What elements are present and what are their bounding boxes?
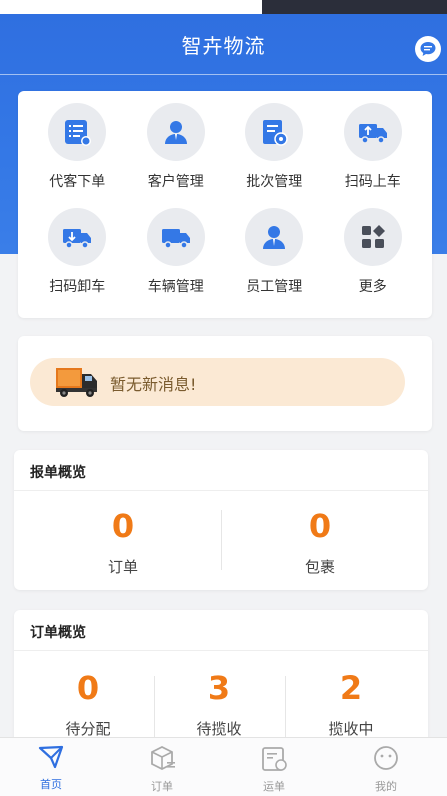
tab-label: 运单	[263, 780, 285, 793]
grid-item-label: 批次管理	[246, 174, 303, 190]
stat-value: 0	[308, 507, 332, 545]
section-title: 订单概览	[30, 625, 86, 641]
grid-item-label: 扫码卸车	[49, 278, 106, 295]
stat-label: 订单	[107, 558, 138, 576]
chat-button[interactable]	[415, 36, 441, 62]
grid-item-vehicle-management[interactable]: 车辆管理	[127, 207, 226, 313]
grid-item-label: 更多	[358, 278, 387, 295]
status-bar-dark-area	[262, 0, 447, 14]
truck-unload-icon	[48, 207, 107, 266]
section-divider	[14, 650, 428, 651]
stat-divider	[285, 676, 286, 746]
staff-icon	[245, 207, 304, 266]
stat-value: 0	[76, 669, 100, 707]
grid-item-label: 代客下单	[49, 174, 106, 190]
message-banner[interactable]: 暂无新消息!	[30, 358, 405, 406]
stat-label: 揽收中	[328, 720, 374, 738]
home-send-icon	[38, 745, 64, 769]
tab-orders[interactable]: 订单	[132, 744, 192, 794]
stat-divider	[221, 510, 222, 570]
stat-orders[interactable]: 0 订单	[73, 510, 173, 577]
message-text: 暂无新消息!	[110, 375, 197, 394]
nav-divider	[0, 74, 447, 75]
profile-face-icon	[374, 746, 398, 770]
stat-picking-up[interactable]: 2 揽收中	[301, 672, 401, 739]
grid-item-scan-load[interactable]: 扫码上车	[324, 103, 423, 208]
tab-profile[interactable]: 我的	[356, 744, 416, 794]
bottom-tab-bar: 首页 订单 运单 我的	[0, 737, 447, 796]
tab-label: 首页	[40, 778, 62, 791]
tab-waybill[interactable]: 运单	[244, 744, 304, 794]
stat-label: 包裹	[304, 558, 335, 576]
status-bar	[0, 0, 447, 14]
stat-packages[interactable]: 0 包裹	[270, 510, 370, 577]
truck-load-icon	[343, 103, 402, 161]
grid-item-label: 扫码上车	[344, 174, 401, 190]
stat-pending-pickup[interactable]: 3 待揽收	[169, 672, 269, 739]
grid-item-staff-management[interactable]: 员工管理	[225, 207, 324, 313]
stat-label: 待分配	[65, 720, 111, 738]
section-divider	[14, 490, 428, 491]
stat-divider	[154, 676, 155, 746]
report-overview-card: 报单概览 0 订单 0 包裹	[14, 450, 428, 590]
stat-value: 3	[207, 669, 231, 707]
delivery-truck-icon	[56, 368, 97, 397]
truck-icon	[146, 207, 205, 266]
stat-value: 2	[339, 669, 363, 707]
stat-value: 0	[111, 507, 135, 545]
grid-item-customer-management[interactable]: 客户管理	[127, 103, 226, 208]
tab-label: 我的	[375, 780, 397, 793]
grid-item-label: 客户管理	[147, 174, 204, 190]
tab-label: 订单	[151, 780, 173, 793]
more-apps-icon	[343, 207, 402, 266]
grid-item-batch-management[interactable]: 批次管理	[225, 103, 324, 208]
stat-label: 待揽收	[196, 720, 242, 738]
grid-item-label: 车辆管理	[147, 278, 204, 295]
tab-home[interactable]: 首页	[21, 744, 81, 792]
message-card: 暂无新消息!	[18, 336, 432, 431]
user-icon	[146, 103, 205, 161]
stat-pending-assign[interactable]: 0 待分配	[38, 672, 138, 739]
order-list-icon	[48, 103, 107, 161]
section-title: 报单概览	[30, 465, 86, 481]
grid-item-label: 员工管理	[246, 278, 303, 295]
grid-item-scan-unload[interactable]: 扫码卸车	[28, 207, 127, 313]
order-box-icon	[151, 745, 175, 771]
chat-bubble-icon	[420, 42, 436, 56]
order-overview-card: 订单概览 0 待分配 3 待揽收 2 揽收中	[14, 610, 428, 750]
waybill-icon	[262, 747, 287, 771]
page-title: 智卉物流	[181, 34, 266, 58]
grid-item-order-for-customer[interactable]: 代客下单	[28, 103, 127, 208]
batch-settings-icon	[245, 103, 304, 161]
function-grid-card: 代客下单 客户管理 批次管理 扫码上车 扫码卸车 车辆管理 员工管理 更多	[18, 91, 432, 318]
grid-item-more[interactable]: 更多	[324, 207, 423, 313]
